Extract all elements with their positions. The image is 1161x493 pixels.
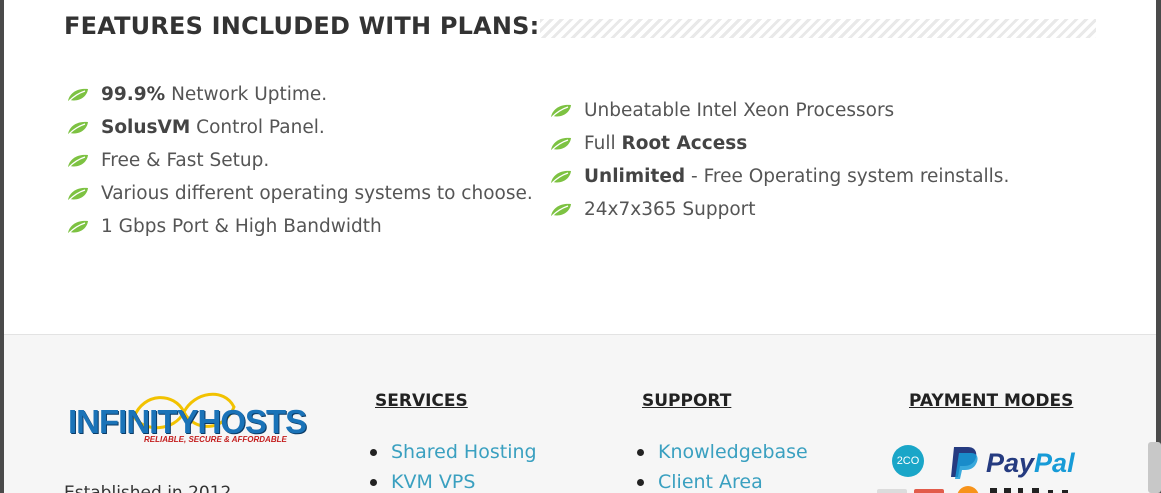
link-client-area[interactable]: Client Area xyxy=(658,471,763,493)
scrollbar-thumb[interactable] xyxy=(1148,442,1161,493)
infinityhosts-logo[interactable]: INFINITYHOSTS RELIABLE, SECURE & AFFORDA… xyxy=(64,387,307,451)
leaf-icon xyxy=(66,120,90,136)
title-decoration xyxy=(540,19,1096,38)
feature-item: 24x7x365 Support xyxy=(549,193,1009,226)
link-knowledgebase[interactable]: Knowledgebase xyxy=(658,441,808,463)
feature-bold: Root Access xyxy=(621,133,748,154)
features-title: FEATURES INCLUDED WITH PLANS: xyxy=(64,12,540,40)
feature-item: SolusVM Control Panel. xyxy=(66,111,533,144)
leaf-icon xyxy=(66,186,90,202)
feature-bold: 99.9% xyxy=(101,84,166,105)
list-item: KVM VPS xyxy=(370,467,537,493)
leaf-icon xyxy=(549,202,573,218)
support-links: Knowledgebase Client Area xyxy=(637,437,808,493)
bullet-icon xyxy=(637,478,644,486)
footer: INFINITYHOSTS RELIABLE, SECURE & AFFORDA… xyxy=(4,334,1156,493)
2co-logo-icon: 2CO xyxy=(892,445,924,477)
support-heading: SUPPORT xyxy=(642,391,732,411)
feature-text: 1 Gbps Port & High Bandwidth xyxy=(101,216,382,237)
feature-bold: SolusVM xyxy=(101,117,191,138)
feature-bold: Unlimited xyxy=(584,166,686,187)
feature-text: Network Uptime. xyxy=(165,84,328,105)
feature-text: Various different operating systems to c… xyxy=(101,183,533,204)
logo-tagline: RELIABLE, SECURE & AFFORDABLE xyxy=(144,435,287,444)
bullet-icon xyxy=(637,448,644,456)
feature-item: Free & Fast Setup. xyxy=(66,144,533,177)
feature-item: Various different operating systems to c… xyxy=(66,177,533,210)
established-text: Established in 2012 xyxy=(64,483,232,493)
feature-text: - Free Operating system reinstalls. xyxy=(685,166,1010,187)
feature-text: Free & Fast Setup. xyxy=(101,150,270,171)
feature-text: Full xyxy=(584,133,622,154)
feature-item: Unlimited - Free Operating system reinst… xyxy=(549,160,1009,193)
paypal-logo-icon: PayPal xyxy=(948,445,1078,481)
services-links: Shared Hosting KVM VPS xyxy=(370,437,537,493)
paypal-p-icon xyxy=(951,447,978,479)
leaf-icon xyxy=(66,153,90,169)
feature-text: Unbeatable Intel Xeon Processors xyxy=(584,100,895,121)
bullet-icon xyxy=(370,448,377,456)
leaf-icon xyxy=(549,169,573,185)
link-shared-hosting[interactable]: Shared Hosting xyxy=(391,441,537,463)
feature-item: 1 Gbps Port & High Bandwidth xyxy=(66,210,533,243)
paypal-pay-text: Pay xyxy=(986,448,1035,478)
feature-text: 24x7x365 Support xyxy=(584,199,756,220)
list-item: Shared Hosting xyxy=(370,437,537,467)
services-heading: SERVICES xyxy=(375,391,468,411)
feature-text: Control Panel. xyxy=(190,117,325,138)
paypal-pal-text: Pal xyxy=(1034,448,1075,478)
list-item: Client Area xyxy=(637,467,808,493)
leaf-icon xyxy=(66,219,90,235)
leaf-icon xyxy=(549,136,573,152)
features-list-right: Unbeatable Intel Xeon Processors Full Ro… xyxy=(549,94,1009,226)
page: FEATURES INCLUDED WITH PLANS: 99.9% Netw… xyxy=(4,0,1156,493)
list-item: Knowledgebase xyxy=(637,437,808,467)
feature-item: Unbeatable Intel Xeon Processors xyxy=(549,94,1009,127)
link-kvm-vps[interactable]: KVM VPS xyxy=(391,471,475,493)
bullet-icon xyxy=(370,478,377,486)
payment-heading: PAYMENT MODES xyxy=(909,391,1074,411)
payment-cards-icon xyxy=(877,486,1068,493)
leaf-icon xyxy=(549,103,573,119)
leaf-icon xyxy=(66,87,90,103)
feature-item: 99.9% Network Uptime. xyxy=(66,78,533,111)
features-list-left: 99.9% Network Uptime. SolusVM Control Pa… xyxy=(66,78,533,243)
feature-item: Full Root Access xyxy=(549,127,1009,160)
